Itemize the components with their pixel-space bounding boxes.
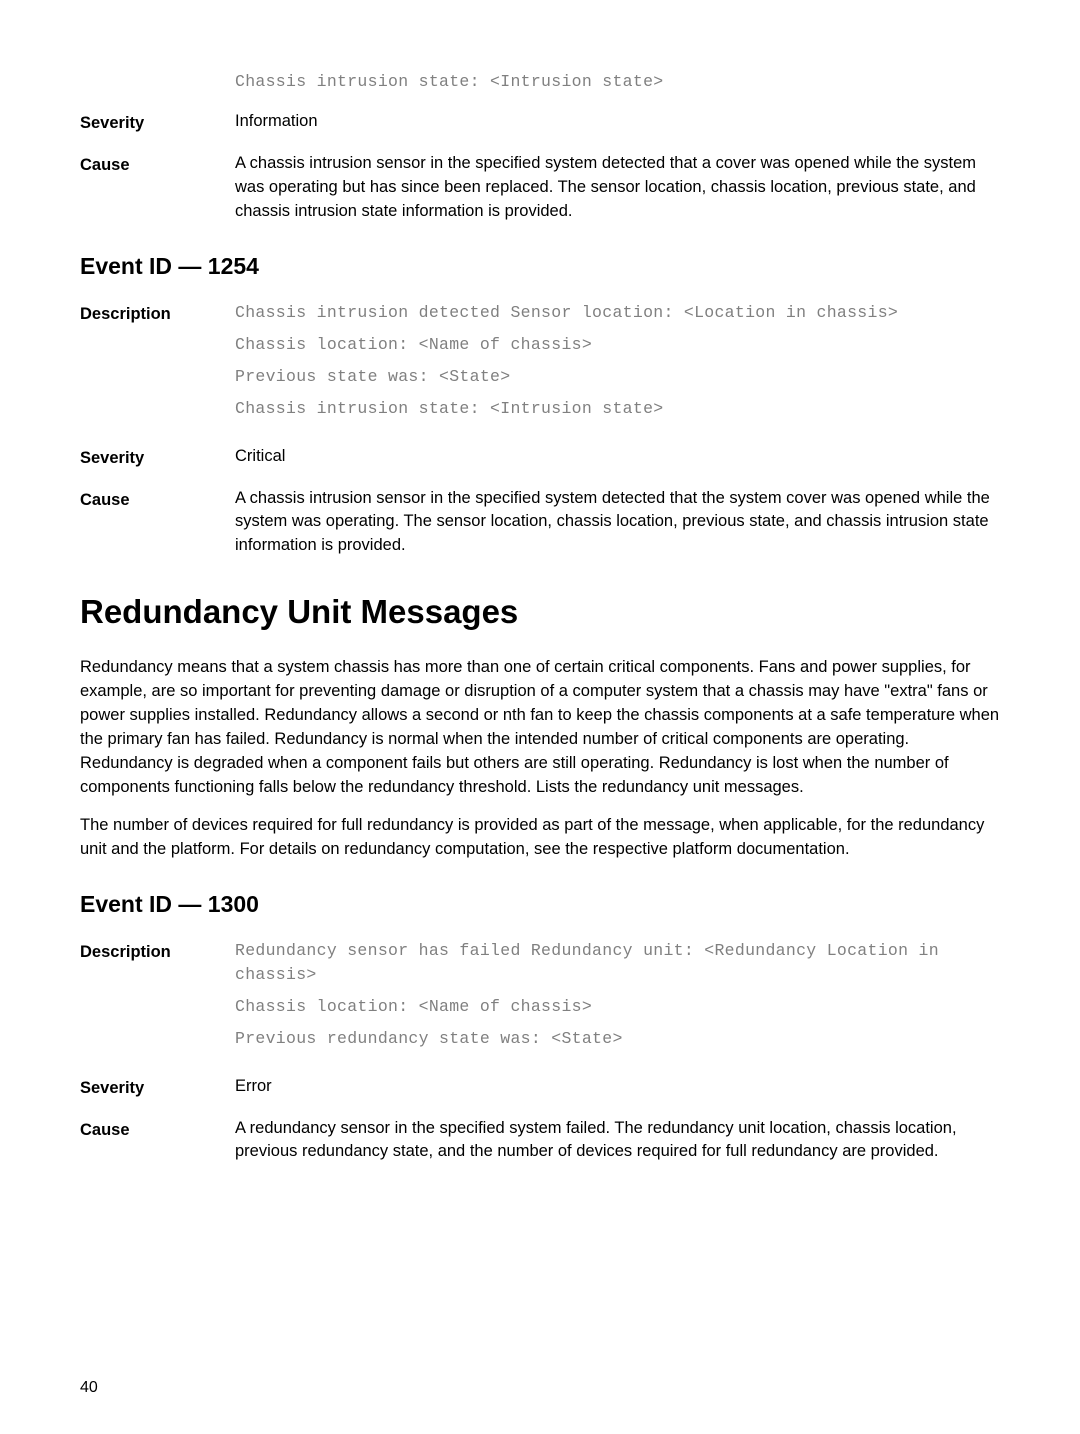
definition-row-severity: Severity Information (80, 110, 1000, 136)
label-severity: Severity (80, 445, 235, 471)
value-severity: Information (235, 110, 1000, 136)
value-description: Chassis intrusion detected Sensor locati… (235, 301, 1000, 429)
value-description: Redundancy sensor has failed Redundancy … (235, 939, 1000, 1059)
definition-row-severity: Severity Critical (80, 445, 1000, 471)
definition-row-cause: Cause A chassis intrusion sensor in the … (80, 487, 1000, 559)
label-severity: Severity (80, 110, 235, 136)
label-cause: Cause (80, 1117, 235, 1165)
label-description: Description (80, 301, 235, 429)
code-line: Previous state was: <State> (235, 365, 1000, 389)
heading-event-1254: Event ID — 1254 (80, 250, 1000, 283)
definition-row-cause: Cause A chassis intrusion sensor in the … (80, 152, 1000, 224)
value-cause: A chassis intrusion sensor in the specif… (235, 487, 1000, 559)
paragraph-redundancy-1: Redundancy means that a system chassis h… (80, 656, 1000, 800)
value-severity: Error (235, 1075, 1000, 1101)
code-line: Chassis location: <Name of chassis> (235, 333, 1000, 357)
code-line: Chassis intrusion detected Sensor locati… (235, 301, 1000, 325)
heading-event-1300: Event ID — 1300 (80, 888, 1000, 921)
paragraph-redundancy-2: The number of devices required for full … (80, 814, 1000, 862)
code-text: Chassis intrusion state: <Intrusion stat… (235, 72, 663, 91)
code-line: Chassis intrusion state: <Intrusion stat… (235, 397, 1000, 421)
label-description: Description (80, 939, 235, 1059)
heading-redundancy: Redundancy Unit Messages (80, 588, 1000, 636)
definition-row-severity: Severity Error (80, 1075, 1000, 1101)
code-line: Chassis location: <Name of chassis> (235, 995, 1000, 1019)
label-cause: Cause (80, 487, 235, 559)
value-severity: Critical (235, 445, 1000, 471)
top-continuation-code: Chassis intrusion state: <Intrusion stat… (235, 70, 1000, 94)
page-number: 40 (80, 1376, 98, 1399)
definition-row-cause: Cause A redundancy sensor in the specifi… (80, 1117, 1000, 1165)
value-cause: A chassis intrusion sensor in the specif… (235, 152, 1000, 224)
definition-row-description: Description Redundancy sensor has failed… (80, 939, 1000, 1059)
code-line: Redundancy sensor has failed Redundancy … (235, 939, 1000, 987)
definition-row-description: Description Chassis intrusion detected S… (80, 301, 1000, 429)
label-cause: Cause (80, 152, 235, 224)
value-cause: A redundancy sensor in the specified sys… (235, 1117, 1000, 1165)
code-line: Previous redundancy state was: <State> (235, 1027, 1000, 1051)
label-severity: Severity (80, 1075, 235, 1101)
